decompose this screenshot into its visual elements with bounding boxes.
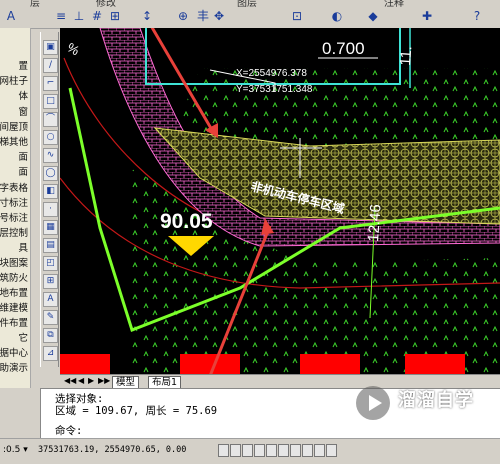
snap-icon[interactable]: ◆	[366, 9, 380, 23]
menu-item[interactable]: 置	[18, 58, 28, 72]
dyn-toggle-icon[interactable]	[302, 444, 313, 457]
rotate-icon[interactable]: ◐	[330, 9, 344, 23]
menu-item[interactable]: 具	[18, 240, 28, 254]
layer-props-icon[interactable]: 丰	[196, 9, 210, 23]
draw-tool-palette: ▣ ∕ ⌐ □ ⌒ ○ ∿ ◯ ◧ · ▦ ▤ ◰ ⊞ A ✎ ⧉ ⊿	[40, 32, 59, 367]
otrack-toggle-icon[interactable]	[278, 444, 289, 457]
value-label: 0.700	[322, 39, 365, 58]
next-tab-button[interactable]: ▶	[88, 376, 94, 385]
snap-toggle-icon[interactable]	[218, 444, 229, 457]
annotation-scale[interactable]: :0.5 ▾	[3, 445, 28, 455]
first-tab-button[interactable]: ◀◀	[64, 376, 76, 385]
menu-item[interactable]: 梯其他	[0, 134, 28, 148]
qp-toggle-icon[interactable]	[326, 444, 337, 457]
osnap-toggle-icon[interactable]	[266, 444, 277, 457]
block-icon[interactable]: ◧	[43, 184, 58, 199]
mirror-icon[interactable]: ⊿	[43, 346, 58, 361]
copy-tool-icon[interactable]: ⧉	[43, 328, 58, 343]
move-icon[interactable]: ✥	[212, 9, 226, 23]
menu-item[interactable]: 号标注	[0, 210, 28, 224]
window-icon[interactable]: ▣	[43, 40, 58, 55]
prev-tab-button[interactable]: ◀	[78, 376, 84, 385]
erase-icon[interactable]: ✎	[43, 310, 58, 325]
menu-item[interactable]: 地布置	[0, 285, 28, 299]
gradient-icon[interactable]: ▤	[43, 238, 58, 253]
align-icon[interactable]: ≡	[54, 9, 68, 23]
table-icon[interactable]: ⊞	[43, 274, 58, 289]
elevation-label: 90.05	[160, 210, 213, 233]
status-bar: :0.5 ▾ 37531763.19, 2554970.65, 0.00	[0, 438, 500, 464]
watermark-brand: 溜溜自学	[398, 390, 474, 411]
menu-item[interactable]: 体	[18, 88, 28, 102]
arc-icon[interactable]: ⌒	[43, 112, 58, 127]
toolbar-group-label: 图层	[237, 0, 257, 9]
copy-icon[interactable]: ⊡	[290, 9, 304, 23]
menu-item[interactable]: 面	[18, 149, 28, 163]
menu-item[interactable]: 寸标注	[0, 195, 28, 209]
menu-item[interactable]: 窗	[18, 104, 28, 118]
watermark: 溜溜自学 ZIXUE.3D66.COM	[356, 380, 496, 440]
mtext-icon[interactable]: A	[43, 292, 58, 307]
measure-icon[interactable]: ⊥	[72, 9, 86, 23]
menu-item[interactable]: 层控制	[0, 225, 28, 239]
cursor-coordinates: 37531763.19, 2554970.65, 0.00	[38, 445, 187, 455]
grid-icon[interactable]: #	[90, 9, 104, 23]
toolbar-group-label: 层	[30, 0, 40, 9]
menu-item[interactable]: 网柱子	[0, 73, 28, 87]
dimension-label: 11.	[397, 45, 415, 66]
percent-label: %	[65, 40, 83, 59]
parking-block	[60, 354, 110, 374]
lineweight-toggle-icon[interactable]	[314, 444, 325, 457]
dim-style-icon[interactable]: ↕	[140, 9, 154, 23]
insert-icon[interactable]: ⊞	[108, 9, 122, 23]
menu-item[interactable]: 块图案	[0, 255, 28, 269]
menu-item[interactable]: 据中心	[0, 345, 28, 359]
help-icon[interactable]: ?	[470, 9, 484, 23]
drawing-canvas[interactable]: 0.700 X=2554976.378 Y=37531751.348 非机动车停…	[60, 28, 500, 374]
ducs-toggle-icon[interactable]	[290, 444, 301, 457]
polyline-icon[interactable]: ⌐	[43, 76, 58, 91]
ellipse-icon[interactable]: ◯	[43, 166, 58, 181]
line-icon[interactable]: ∕	[43, 58, 58, 73]
coordinate-y-label: Y=37531751.348	[236, 84, 313, 95]
menu-item[interactable]: 件布置	[0, 315, 28, 329]
coordinate-x-label: X=2554976.378	[236, 68, 307, 79]
menu-item[interactable]: 面	[18, 164, 28, 178]
menu-item[interactable]: 筑防火	[0, 270, 28, 284]
pan-icon[interactable]: ✚	[420, 9, 434, 23]
parking-block	[300, 354, 360, 374]
play-logo-icon	[356, 386, 390, 420]
text-style-icon[interactable]: A	[4, 9, 18, 23]
parking-block	[405, 354, 465, 374]
dimension-label: 12.46	[365, 204, 385, 243]
circle-icon[interactable]: ○	[43, 130, 58, 145]
parking-block	[180, 354, 240, 374]
top-toolbar: 层 修改 图层 注释 A ≡ ⊥ # ⊞ ↕ ⊕ 丰 ✥ ⊡ ◐ ◆ ✚ ?	[0, 0, 500, 29]
toolbar-group-label: 注释	[384, 0, 404, 9]
command-history-line: 区域 = 109.67, 周长 = 75.69	[55, 405, 218, 417]
menu-item[interactable]: 维建模	[0, 300, 28, 314]
menu-item[interactable]: 助演示	[0, 360, 28, 374]
menu-item[interactable]: 间屋顶	[0, 119, 28, 133]
grid-toggle-icon[interactable]	[230, 444, 241, 457]
ortho-toggle-icon[interactable]	[242, 444, 253, 457]
toolbar-group-label: 修改	[96, 0, 116, 9]
menu-item[interactable]: 字表格	[0, 180, 28, 194]
hatch-icon[interactable]: ▦	[43, 220, 58, 235]
menu-item[interactable]: 它	[18, 330, 28, 344]
last-tab-button[interactable]: ▶▶	[98, 376, 110, 385]
polar-toggle-icon[interactable]	[254, 444, 265, 457]
layer-icon[interactable]: ⊕	[176, 9, 190, 23]
spline-icon[interactable]: ∿	[43, 148, 58, 163]
command-prompt[interactable]: 命令:	[55, 423, 82, 438]
watermark-domain: ZIXUE.3D66.COM	[400, 412, 484, 421]
point-icon[interactable]: ·	[43, 202, 58, 217]
left-side-menu: 置 网柱子 体 窗 间屋顶 梯其他 面 面 字表格 寸标注 号标注 层控制 具 …	[0, 28, 31, 388]
rectangle-icon[interactable]: □	[43, 94, 58, 109]
region-icon[interactable]: ◰	[43, 256, 58, 271]
